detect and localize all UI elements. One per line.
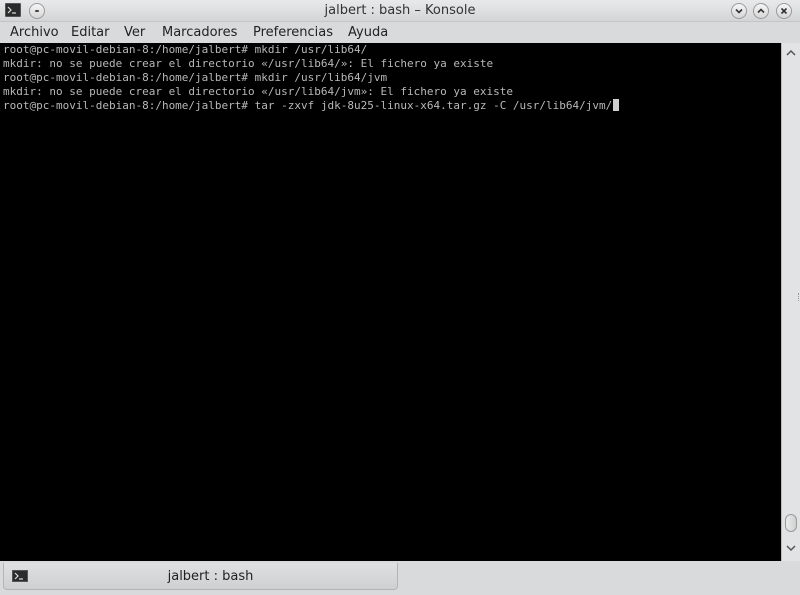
vertical-scrollbar[interactable] <box>781 43 800 561</box>
text-cursor <box>613 99 620 111</box>
terminal-command: root@pc-movil-debian-8:/home/jalbert# ta… <box>3 99 613 112</box>
title-bar[interactable]: jalbert : bash – Konsole <box>0 0 800 22</box>
close-icon[interactable] <box>776 3 792 19</box>
maximize-icon[interactable] <box>753 3 769 19</box>
menu-bar: Archivo Editar Ver Marcadores Preferenci… <box>0 23 800 43</box>
terminal-line: mkdir: no se puede crear el directorio «… <box>3 85 513 98</box>
menu-preferencias[interactable]: Preferencias <box>253 25 333 40</box>
menu-archivo[interactable]: Archivo <box>10 25 59 40</box>
tab-jalbert-bash[interactable]: jalbert : bash <box>3 563 398 590</box>
scroll-up-icon[interactable] <box>784 46 798 60</box>
terminal-line: root@pc-movil-debian-8:/home/jalbert# mk… <box>3 43 368 56</box>
scroll-down-icon[interactable] <box>784 541 798 555</box>
window-title: jalbert : bash – Konsole <box>324 3 476 18</box>
scrollbar-thumb[interactable] <box>785 514 797 532</box>
terminal-line: root@pc-movil-debian-8:/home/jalbert# mk… <box>3 71 388 84</box>
terminal-current-line[interactable]: root@pc-movil-debian-8:/home/jalbert# ta… <box>3 99 781 113</box>
minimize-icon[interactable] <box>731 3 747 19</box>
menu-editar[interactable]: Editar <box>71 25 110 40</box>
tab-label: jalbert : bash <box>167 569 254 584</box>
menu-marcadores[interactable]: Marcadores <box>162 25 237 40</box>
menu-ayuda[interactable]: Ayuda <box>348 25 388 40</box>
terminal-output[interactable]: root@pc-movil-debian-8:/home/jalbert# mk… <box>0 43 781 561</box>
terminal-line: mkdir: no se puede crear el directorio «… <box>3 57 494 70</box>
menu-ver[interactable]: Ver <box>124 25 145 40</box>
tab-bar: jalbert : bash <box>0 561 800 595</box>
